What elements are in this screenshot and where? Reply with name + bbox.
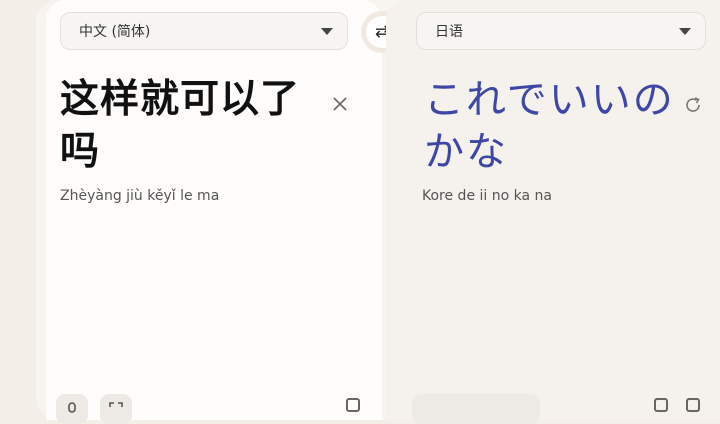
- close-icon[interactable]: [328, 92, 352, 116]
- caret-down-icon: [321, 27, 333, 35]
- fullscreen-icon: [109, 402, 123, 407]
- refresh-icon[interactable]: [682, 94, 704, 116]
- target-language-label: 日语: [435, 24, 463, 40]
- source-romanization: Zhèyàng jiù kěyǐ le ma: [60, 188, 220, 204]
- target-action-button[interactable]: [412, 394, 540, 424]
- caret-down-icon: [679, 27, 691, 35]
- target-language-select[interactable]: 日语: [416, 12, 706, 50]
- microphone-icon: [68, 402, 76, 413]
- microphone-button[interactable]: [56, 394, 88, 424]
- source-language-label: 中文 (简体): [79, 24, 151, 40]
- copy-icon[interactable]: [346, 398, 360, 412]
- target-panel: 日语 これでいいのかな Kore de ii no ka na: [386, 0, 720, 424]
- source-language-select[interactable]: 中文 (简体): [60, 12, 348, 50]
- copy-icon[interactable]: [686, 398, 700, 412]
- speaker-icon[interactable]: [654, 398, 668, 412]
- fullscreen-button[interactable]: [100, 394, 132, 424]
- target-romanization: Kore de ii no ka na: [422, 188, 552, 204]
- source-text[interactable]: 这样就可以了吗: [60, 74, 320, 178]
- translated-text: これでいいのかな: [424, 77, 675, 175]
- source-panel: 中文 (简体) 这样就可以了吗 Zhèyàng jiù kěyǐ le ma: [46, 0, 382, 424]
